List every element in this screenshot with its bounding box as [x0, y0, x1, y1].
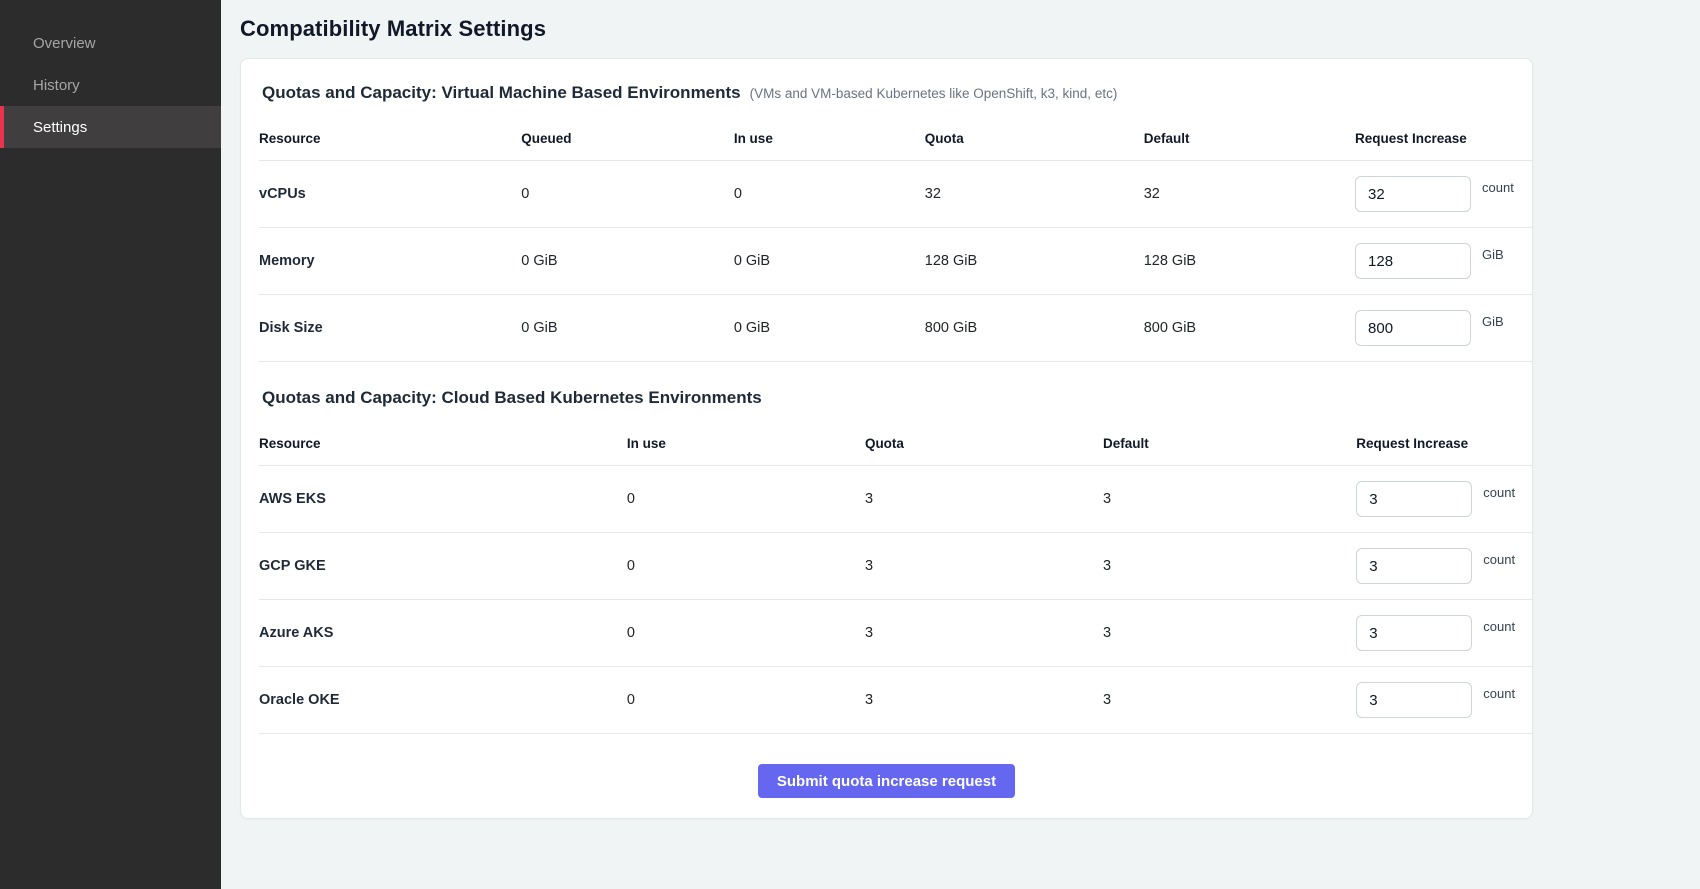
table-row: Oracle OKE 0 3 3 count	[259, 667, 1532, 734]
sidebar-item-label: Overview	[33, 35, 96, 52]
table-row: Azure AKS 0 3 3 count	[259, 600, 1532, 667]
vm-section-title: Quotas and Capacity: Virtual Machine Bas…	[262, 83, 741, 103]
vm-quota-table: Resource Queued In use Quota Default Req…	[241, 117, 1532, 362]
column-header: Quota	[925, 121, 1144, 156]
table-row: AWS EKS 0 3 3 count	[259, 466, 1532, 533]
request-increase-cell: GiB	[1355, 243, 1532, 279]
k8s-table-body: AWS EKS 0 3 3 count GC	[259, 466, 1532, 734]
queued-value: 0	[521, 186, 734, 202]
default-value: 128 GiB	[1144, 253, 1355, 269]
quota-value: 128 GiB	[925, 253, 1144, 269]
page-title: Compatibility Matrix Settings	[240, 16, 1700, 42]
resource-name: GCP GKE	[259, 558, 627, 574]
request-increase-cell: GiB	[1355, 310, 1532, 346]
vm-section-header: Quotas and Capacity: Virtual Machine Bas…	[241, 83, 1532, 117]
k8s-table-header-row: Resource In use Quota Default Request In…	[259, 422, 1532, 466]
app-window: Overview History Settings Compatibility …	[0, 0, 1700, 889]
quota-request-input[interactable]	[1356, 548, 1472, 584]
quota-request-input[interactable]	[1355, 243, 1471, 279]
unit-label: count	[1483, 552, 1515, 567]
submit-row: Submit quota increase request	[241, 734, 1532, 798]
resource-name: Disk Size	[259, 320, 521, 336]
request-increase-cell: count	[1356, 682, 1533, 718]
quota-request-input[interactable]	[1356, 481, 1472, 517]
sidebar: Overview History Settings	[0, 0, 221, 889]
quota-request-input[interactable]	[1355, 310, 1471, 346]
default-value: 800 GiB	[1144, 320, 1355, 336]
request-increase-cell: count	[1356, 548, 1533, 584]
resource-name: AWS EKS	[259, 491, 627, 507]
request-increase-cell: count	[1356, 481, 1533, 517]
main-content: Compatibility Matrix Settings Quotas and…	[221, 0, 1700, 889]
column-header: Default	[1103, 426, 1356, 461]
default-value: 3	[1103, 558, 1356, 574]
unit-label: count	[1483, 619, 1515, 634]
vm-table-header-row: Resource Queued In use Quota Default Req…	[259, 117, 1532, 161]
section-spacer	[241, 362, 1532, 388]
table-row: Memory 0 GiB 0 GiB 128 GiB 128 GiB GiB	[259, 228, 1532, 295]
sidebar-item-label: Settings	[33, 119, 87, 136]
column-header: Request Increase	[1356, 426, 1533, 461]
default-value: 32	[1144, 186, 1355, 202]
resource-name: Memory	[259, 253, 521, 269]
k8s-section-title: Quotas and Capacity: Cloud Based Kuberne…	[262, 388, 762, 408]
quota-value: 3	[865, 625, 1103, 641]
unit-label: GiB	[1482, 247, 1504, 262]
column-header: Resource	[259, 426, 627, 461]
in-use-value: 0	[734, 186, 925, 202]
default-value: 3	[1103, 491, 1356, 507]
quota-value: 800 GiB	[925, 320, 1144, 336]
column-header: Resource	[259, 121, 521, 156]
in-use-value: 0 GiB	[734, 253, 925, 269]
vm-table-body: vCPUs 0 0 32 32 count	[259, 161, 1532, 362]
in-use-value: 0	[627, 625, 865, 641]
table-row: Disk Size 0 GiB 0 GiB 800 GiB 800 GiB Gi…	[259, 295, 1532, 362]
in-use-value: 0	[627, 491, 865, 507]
sidebar-item[interactable]: Settings	[0, 106, 221, 148]
column-header: In use	[734, 121, 925, 156]
settings-card: Quotas and Capacity: Virtual Machine Bas…	[240, 58, 1533, 819]
queued-value: 0 GiB	[521, 320, 734, 336]
quota-value: 3	[865, 692, 1103, 708]
sidebar-item[interactable]: History	[0, 64, 221, 106]
submit-quota-request-button[interactable]: Submit quota increase request	[758, 764, 1015, 798]
resource-name: Azure AKS	[259, 625, 627, 641]
quota-request-input[interactable]	[1356, 615, 1472, 651]
sidebar-item[interactable]: Overview	[0, 22, 221, 64]
request-increase-cell: count	[1356, 615, 1533, 651]
unit-label: count	[1483, 686, 1515, 701]
quota-value: 32	[925, 186, 1144, 202]
k8s-section-header: Quotas and Capacity: Cloud Based Kuberne…	[241, 388, 1532, 422]
quota-value: 3	[865, 491, 1103, 507]
in-use-value: 0	[627, 692, 865, 708]
table-row: GCP GKE 0 3 3 count	[259, 533, 1532, 600]
quota-request-input[interactable]	[1356, 682, 1472, 718]
k8s-quota-table: Resource In use Quota Default Request In…	[241, 422, 1532, 734]
column-header: Request Increase	[1355, 121, 1532, 156]
unit-label: GiB	[1482, 314, 1504, 329]
quota-value: 3	[865, 558, 1103, 574]
table-row: vCPUs 0 0 32 32 count	[259, 161, 1532, 228]
quota-request-input[interactable]	[1355, 176, 1471, 212]
request-increase-cell: count	[1355, 176, 1532, 212]
in-use-value: 0	[627, 558, 865, 574]
default-value: 3	[1103, 692, 1356, 708]
in-use-value: 0 GiB	[734, 320, 925, 336]
unit-label: count	[1482, 180, 1514, 195]
k8s-quotas-section: Quotas and Capacity: Cloud Based Kuberne…	[241, 388, 1532, 734]
default-value: 3	[1103, 625, 1356, 641]
column-header: In use	[627, 426, 865, 461]
vm-quotas-section: Quotas and Capacity: Virtual Machine Bas…	[241, 83, 1532, 362]
column-header: Default	[1144, 121, 1355, 156]
column-header: Queued	[521, 121, 734, 156]
sidebar-item-label: History	[33, 77, 80, 94]
resource-name: vCPUs	[259, 186, 521, 202]
vm-section-subtitle: (VMs and VM-based Kubernetes like OpenSh…	[750, 86, 1118, 101]
column-header: Quota	[865, 426, 1103, 461]
queued-value: 0 GiB	[521, 253, 734, 269]
unit-label: count	[1483, 485, 1515, 500]
resource-name: Oracle OKE	[259, 692, 627, 708]
sidebar-nav: Overview History Settings	[0, 22, 221, 148]
